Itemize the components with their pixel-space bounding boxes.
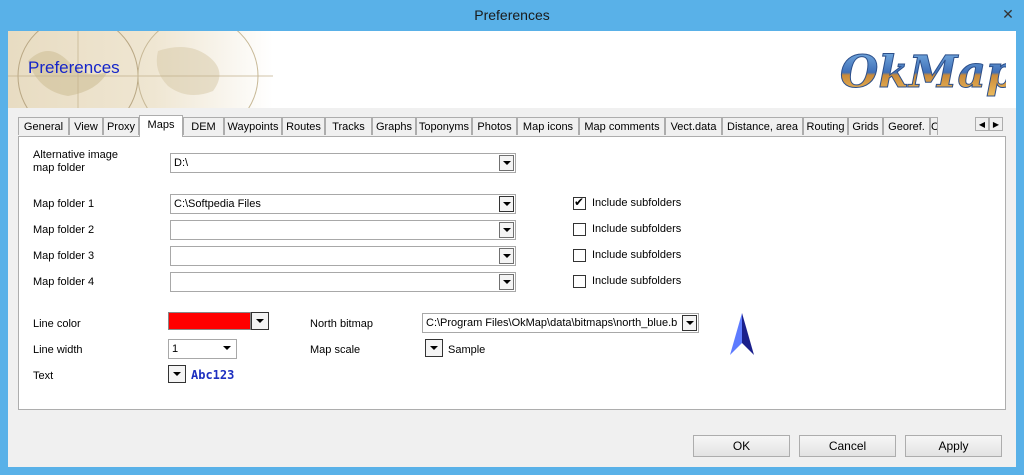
map-scale-label: Map scale	[310, 344, 361, 356]
tab-view[interactable]: View	[69, 117, 103, 135]
okmap-logo: OkMap	[840, 47, 1007, 99]
maps-tab-panel: Alternative image map folder D:\ Map fol…	[18, 136, 1006, 410]
tab-map-icons[interactable]: Map icons	[517, 117, 579, 135]
alt-folder-label-1: Alternative image	[33, 149, 118, 161]
include-subfolders-1-label[interactable]: Include subfolders	[592, 197, 681, 209]
tab-toponyms[interactable]: Toponyms	[416, 117, 472, 135]
line-width-combo[interactable]: 1	[168, 339, 237, 359]
tab-distance-area[interactable]: Distance, area	[722, 117, 803, 135]
north-bitmap-value: C:\Program Files\OkMap\data\bitmaps\nort…	[426, 317, 678, 329]
tab-maps[interactable]: Maps	[139, 115, 183, 137]
chevron-down-icon[interactable]	[682, 315, 697, 331]
tab-georef[interactable]: Georef.	[883, 117, 930, 135]
text-sample: Abc123	[191, 368, 235, 382]
chevron-down-icon[interactable]	[499, 274, 514, 290]
line-color-swatch[interactable]	[168, 312, 251, 330]
chevron-down-icon[interactable]	[220, 341, 235, 357]
map-folder-2-combo[interactable]	[170, 220, 516, 240]
map-folder-3-combo[interactable]	[170, 246, 516, 266]
map-scale-sample: Sample	[448, 344, 486, 356]
preferences-window: Preferences ✕ Preferences OkMap General …	[0, 0, 1024, 475]
tab-routes[interactable]: Routes	[282, 117, 325, 135]
close-icon[interactable]: ✕	[1000, 6, 1016, 22]
alt-folder-combo[interactable]: D:\	[170, 153, 516, 173]
chevron-down-icon[interactable]	[499, 196, 514, 212]
tab-grids[interactable]: Grids	[848, 117, 883, 135]
include-subfolders-3-label[interactable]: Include subfolders	[592, 249, 681, 261]
tab-general[interactable]: General	[18, 117, 69, 135]
north-arrow-icon	[730, 313, 754, 355]
tab-vect-data[interactable]: Vect.data	[665, 117, 722, 135]
chevron-down-icon[interactable]	[499, 155, 514, 171]
map-folder-3-label: Map folder 3	[33, 250, 95, 262]
text-label: Text	[33, 370, 54, 382]
include-subfolders-2-label[interactable]: Include subfolders	[592, 223, 681, 235]
alt-folder-label-2: map folder	[33, 162, 85, 174]
chevron-down-icon[interactable]	[499, 248, 514, 264]
dialog-client: Preferences OkMap General View Proxy Maps DE…	[8, 31, 1016, 467]
banner: Preferences OkMap	[8, 31, 1016, 108]
tab-photos[interactable]: Photos	[472, 117, 517, 135]
north-bitmap-label: North bitmap	[310, 318, 373, 330]
title-bar[interactable]: Preferences ✕	[0, 0, 1024, 31]
ok-button[interactable]: OK	[693, 435, 790, 457]
line-width-label: Line width	[33, 344, 83, 356]
window-title: Preferences	[474, 7, 550, 23]
tab-tracks[interactable]: Tracks	[325, 117, 372, 135]
tab-scroll-right-icon[interactable]: ▶	[989, 117, 1003, 131]
tab-scroll-left-icon[interactable]: ◀	[975, 117, 989, 131]
include-subfolders-2-checkbox[interactable]	[573, 223, 586, 236]
tab-c[interactable]: C	[930, 117, 938, 135]
tab-waypoints[interactable]: Waypoints	[224, 117, 282, 135]
map-folder-1-combo[interactable]: C:\Softpedia Files	[170, 194, 516, 214]
text-font-dropdown[interactable]	[168, 365, 186, 383]
include-subfolders-1-checkbox[interactable]	[573, 195, 586, 210]
tab-proxy[interactable]: Proxy	[103, 117, 139, 135]
line-color-dropdown[interactable]	[251, 312, 269, 330]
line-width-value: 1	[172, 343, 179, 355]
cancel-button[interactable]: Cancel	[799, 435, 896, 457]
banner-title: Preferences	[28, 58, 120, 77]
include-subfolders-4-label[interactable]: Include subfolders	[592, 275, 681, 287]
chevron-down-icon[interactable]	[499, 222, 514, 238]
map-folder-1-value: C:\Softpedia Files	[174, 198, 261, 210]
map-folder-1-label: Map folder 1	[33, 198, 95, 210]
map-folder-4-label: Map folder 4	[33, 276, 95, 288]
map-folder-4-combo[interactable]	[170, 272, 516, 292]
tab-routing[interactable]: Routing	[803, 117, 848, 135]
svg-text:OkMap: OkMap	[840, 47, 1006, 98]
tab-graphs[interactable]: Graphs	[372, 117, 416, 135]
apply-button[interactable]: Apply	[905, 435, 1002, 457]
tab-dem[interactable]: DEM	[183, 117, 224, 135]
line-color-label: Line color	[33, 318, 81, 330]
alt-folder-value: D:\	[174, 157, 189, 169]
include-subfolders-3-checkbox[interactable]	[573, 249, 586, 262]
tab-strip: General View Proxy Maps DEM Waypoints Routes Tr…	[18, 115, 1008, 137]
north-bitmap-combo[interactable]: C:\Program Files\OkMap\data\bitmaps\nort…	[422, 313, 699, 333]
tab-map-comments[interactable]: Map comments	[579, 117, 665, 135]
include-subfolders-4-checkbox[interactable]	[573, 275, 586, 288]
map-folder-2-label: Map folder 2	[33, 224, 95, 236]
map-scale-dropdown[interactable]	[425, 339, 443, 357]
